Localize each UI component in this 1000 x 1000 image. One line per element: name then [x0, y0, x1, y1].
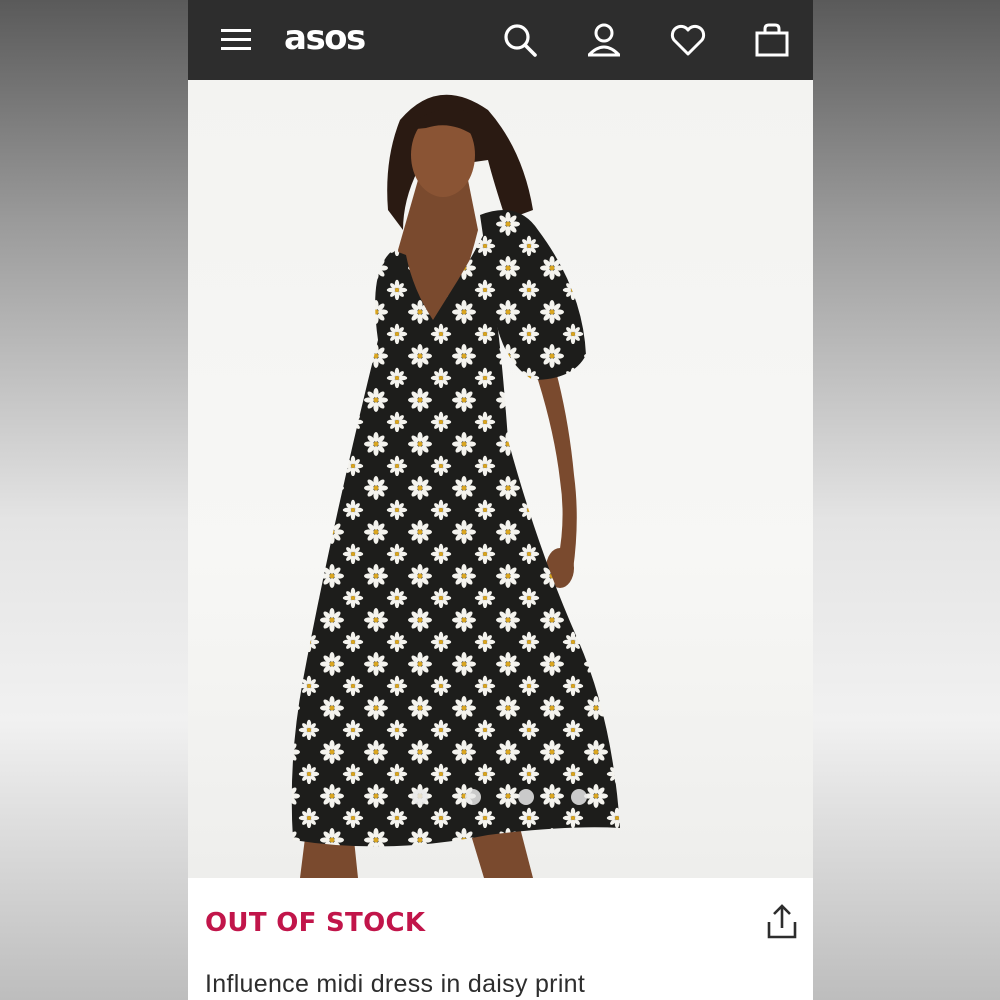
asos-logo[interactable]: asos — [284, 18, 366, 58]
product-title: Influence midi dress in daisy print — [205, 970, 586, 998]
product-page: asos OUT OF STOCK Influence midi dress i… — [188, 0, 813, 1000]
product-info: OUT OF STOCK Influence midi dress in dai… — [188, 878, 813, 1000]
bag-icon[interactable] — [754, 22, 790, 58]
hamburger-menu-icon[interactable] — [218, 22, 254, 58]
top-navigation-bar: asos — [188, 0, 813, 80]
stock-status: OUT OF STOCK — [205, 908, 426, 938]
account-icon[interactable] — [586, 22, 622, 58]
search-icon[interactable] — [502, 22, 538, 58]
product-image[interactable] — [188, 80, 813, 878]
share-icon[interactable] — [764, 902, 800, 942]
heart-icon[interactable] — [670, 22, 706, 58]
